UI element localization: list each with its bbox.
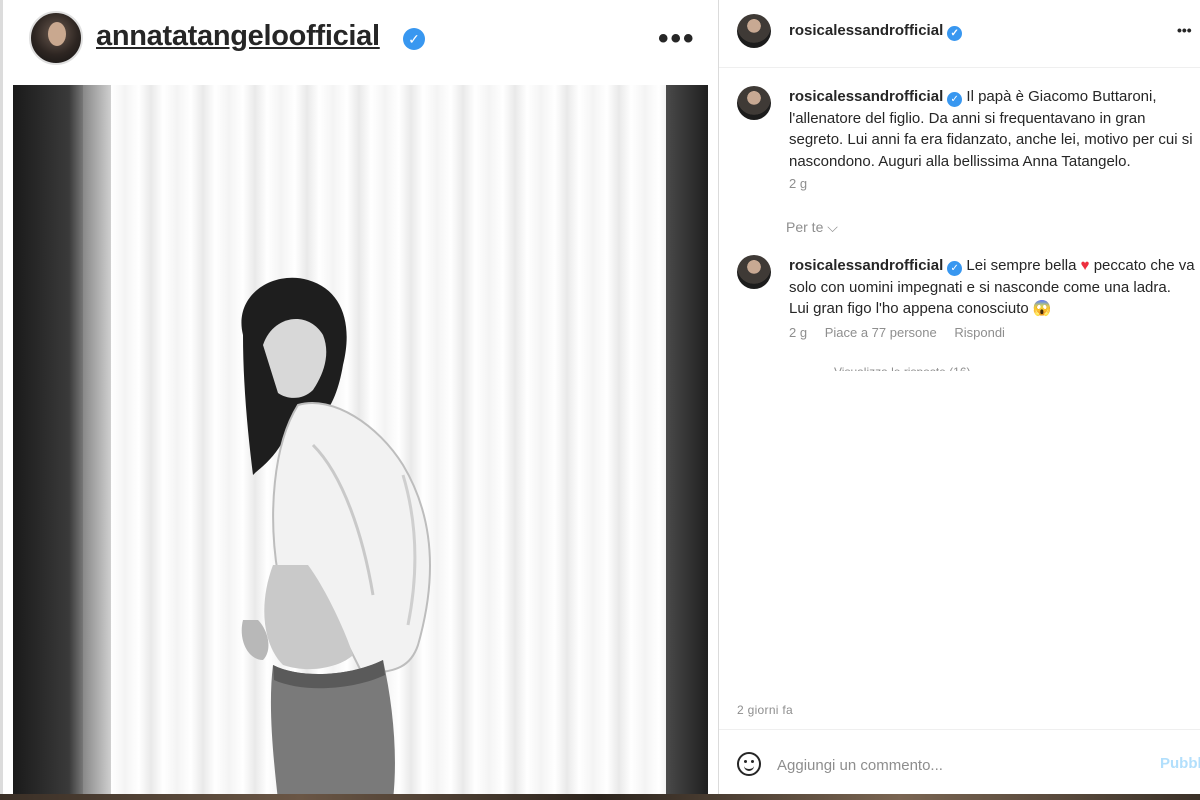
comment-body-part1: Lei sempre bella <box>966 257 1081 274</box>
view-replies-button[interactable]: Visualizza le risposte (16) <box>834 365 971 371</box>
verified-badge-icon: ✓ <box>947 92 963 107</box>
commenter-avatar[interactable] <box>737 255 771 289</box>
comment-username[interactable]: rosicalessandrofficial <box>789 88 943 105</box>
header-username[interactable]: rosicalessandrofficial <box>789 22 943 39</box>
photo-shadow-left <box>13 85 83 800</box>
verified-badge-icon: ✓ <box>403 28 425 50</box>
photo-shadow-right <box>666 85 708 800</box>
heart-icon: ♥ <box>1080 257 1090 274</box>
scream-emoji-icon: 😱 <box>1032 300 1052 317</box>
post-photo <box>13 85 708 800</box>
reply-button[interactable]: Rispondi <box>954 325 1005 340</box>
comment-meta: 2 g <box>789 176 821 191</box>
header-commenter-avatar[interactable] <box>737 14 771 48</box>
header-username-wrap: rosicalessandrofficial ✓ <box>789 22 963 41</box>
comments-panel-header: rosicalessandrofficial ✓ ••• <box>719 0 1200 68</box>
post-date[interactable]: 2 giorni fa <box>737 703 793 717</box>
post-author-avatar[interactable] <box>29 11 83 65</box>
comment-input[interactable] <box>777 752 1147 778</box>
background-strip <box>0 794 1200 800</box>
post-area: annatatangeloofficial ✓ ••• <box>0 0 718 800</box>
publish-button[interactable]: Pubblica <box>1160 755 1200 772</box>
photo-window-frame <box>83 85 111 800</box>
more-options-icon[interactable]: ••• <box>658 22 696 56</box>
comment-composer: Pubblica <box>719 729 1200 800</box>
comment-likes[interactable]: Piace a 77 persone <box>825 325 937 340</box>
comment-age[interactable]: 2 g <box>789 325 807 340</box>
comment-username[interactable]: rosicalessandrofficial <box>789 257 943 274</box>
comment-text: rosicalessandrofficial ✓ Il papà è Giacom… <box>789 86 1195 172</box>
for-you-filter[interactable]: Per te ⌵ <box>786 219 838 236</box>
commenter-avatar[interactable] <box>737 86 771 120</box>
comment-age[interactable]: 2 g <box>789 176 807 191</box>
post-header: annatatangeloofficial ✓ ••• <box>3 0 721 80</box>
verified-badge-icon: ✓ <box>947 26 963 41</box>
post-author-username[interactable]: annatatangeloofficial <box>96 20 380 53</box>
more-options-icon[interactable]: ••• <box>1177 22 1192 38</box>
verified-badge-icon: ✓ <box>947 261 963 276</box>
emoji-icon[interactable] <box>737 752 761 776</box>
comment-meta: 2 g Piace a 77 persone Rispondi <box>789 325 1019 340</box>
photo-pregnant-woman-silhouette <box>241 277 431 800</box>
comments-panel: rosicalessandrofficial ✓ ••• rosicalessan… <box>718 0 1200 800</box>
comment-text: rosicalessandrofficial ✓ Lei sempre bella… <box>789 255 1195 320</box>
